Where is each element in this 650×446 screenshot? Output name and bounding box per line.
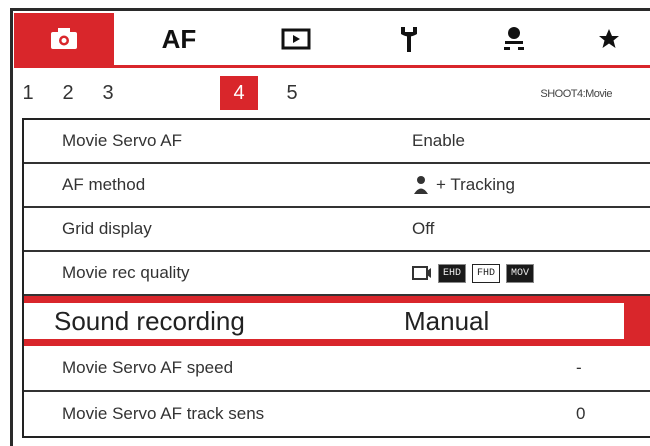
- quality-badge-resolution: FHD: [472, 263, 501, 283]
- menu-item-movie-servo-af-track-sens[interactable]: Movie Servo AF track sens 0: [24, 392, 650, 436]
- page-3[interactable]: 3: [96, 76, 120, 110]
- menu-tab-bar: AF: [14, 13, 650, 65]
- wrench-icon: [398, 25, 420, 53]
- page-1[interactable]: 1: [16, 76, 40, 110]
- tab-af-label: AF: [161, 23, 197, 54]
- tab-setup[interactable]: [384, 13, 434, 65]
- menu-item-label: Sound recording: [54, 305, 245, 336]
- menu-item-movie-rec-quality[interactable]: Movie rec quality EHD FHD MOV: [24, 252, 650, 296]
- menu-item-label: Grid display: [62, 219, 152, 238]
- tab-shooting[interactable]: [14, 13, 114, 65]
- menu-item-grid-display[interactable]: Grid display Off: [24, 208, 650, 252]
- menu-item-movie-servo-af[interactable]: Movie Servo AF Enable: [24, 120, 650, 164]
- menu-item-value: + Tracking: [436, 175, 515, 194]
- settings-list: Movie Servo AF Enable AF method + Tracki…: [22, 118, 650, 438]
- page-selector: 1 2 3 4 5 SHOOT4:Movie: [14, 70, 650, 116]
- tab-underline: [14, 65, 650, 68]
- movie-size-icon: [412, 264, 432, 282]
- star-icon: [597, 27, 621, 51]
- page-4[interactable]: 4: [220, 76, 258, 110]
- tab-af[interactable]: AF: [144, 13, 214, 65]
- menu-item-label: Movie Servo AF track sens: [62, 404, 265, 423]
- menu-item-af-method[interactable]: AF method + Tracking: [24, 164, 650, 208]
- menu-item-movie-servo-af-speed[interactable]: Movie Servo AF speed -: [24, 346, 650, 392]
- tab-my-menu[interactable]: [584, 13, 634, 65]
- quality-badge-format: MOV: [506, 263, 535, 283]
- menu-item-label: AF method: [62, 175, 146, 194]
- menu-item-value: Enable: [412, 131, 465, 150]
- page-3-label: 3: [102, 81, 114, 104]
- page-5-label: 5: [286, 81, 298, 104]
- rec-quality-badges: EHD FHD MOV: [412, 263, 535, 283]
- tab-custom-functions[interactable]: [484, 13, 544, 65]
- menu-item-label: Movie Servo AF speed: [62, 358, 234, 377]
- custom-functions-icon: [500, 25, 528, 53]
- tab-playback[interactable]: [266, 13, 326, 65]
- menu-item-value: Manual: [404, 305, 490, 336]
- quality-badge-size: EHD: [438, 263, 467, 283]
- menu-item-value: Off: [412, 219, 435, 238]
- page-1-label: 1: [22, 81, 34, 104]
- face-detect-icon: [412, 175, 430, 195]
- menu-item-value: 0: [576, 404, 586, 423]
- menu-item-sound-recording[interactable]: Sound recording Manual: [24, 296, 650, 346]
- page-2[interactable]: 2: [56, 76, 80, 110]
- menu-item-value: -: [576, 358, 582, 377]
- menu-item-label: Movie Servo AF: [62, 131, 182, 150]
- menu-item-value-wrap: + Tracking: [412, 175, 515, 195]
- page-5[interactable]: 5: [280, 76, 304, 110]
- page-4-label: 4: [233, 81, 245, 104]
- menu-mode-label: SHOOT4:Movie: [540, 88, 612, 100]
- camera-icon: [49, 27, 79, 51]
- page-2-label: 2: [62, 81, 74, 104]
- playback-icon: [281, 27, 311, 51]
- menu-item-label: Movie rec quality: [62, 263, 190, 282]
